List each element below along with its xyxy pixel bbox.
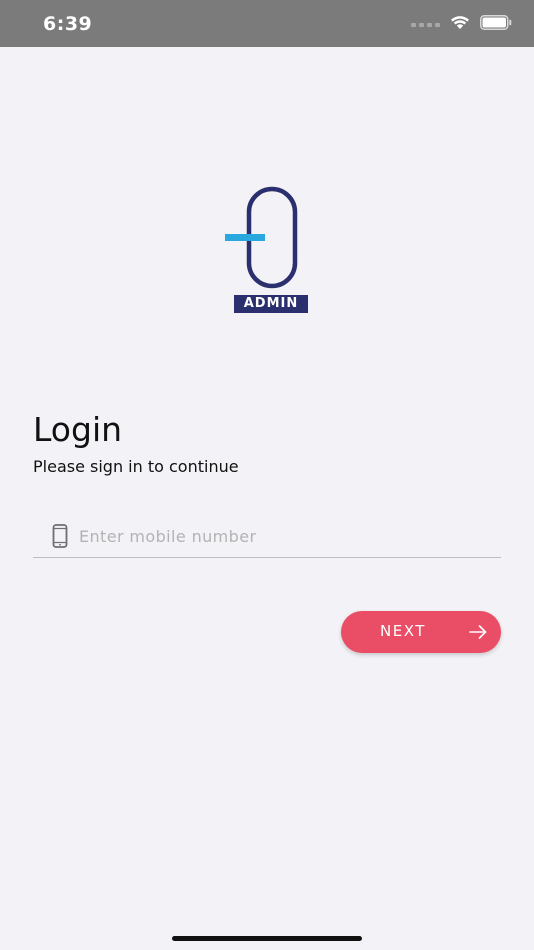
status-time: 6:39 xyxy=(43,13,93,35)
admin-logo: ADMIN xyxy=(224,186,312,316)
page-subtitle: Please sign in to continue xyxy=(33,457,239,476)
next-button-label: NEXT xyxy=(380,622,426,640)
home-indicator[interactable] xyxy=(172,936,362,941)
wifi-icon xyxy=(450,15,470,34)
logo-mark-icon xyxy=(225,186,298,289)
login-screen: 6:39 ADMIN Login Please sign in to conti… xyxy=(0,0,534,950)
battery-icon xyxy=(480,15,512,34)
status-bar: 6:39 xyxy=(0,0,534,47)
next-button[interactable]: NEXT xyxy=(341,611,501,653)
arrow-right-icon xyxy=(469,624,487,640)
signal-icon xyxy=(411,22,440,27)
logo-label: ADMIN xyxy=(234,295,308,313)
mobile-number-field[interactable] xyxy=(33,515,501,558)
mobile-phone-icon xyxy=(49,523,71,549)
status-icons xyxy=(411,15,512,34)
mobile-number-input[interactable] xyxy=(79,526,501,546)
page-title: Login xyxy=(33,410,123,449)
